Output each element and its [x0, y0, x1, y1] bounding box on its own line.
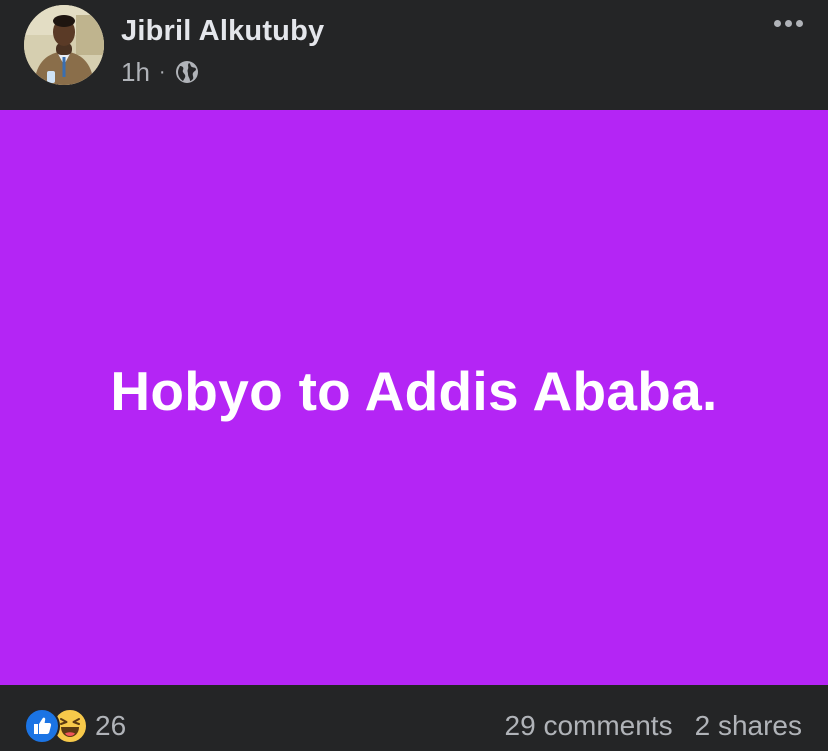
shares-count-link[interactable]: 2 shares — [695, 710, 802, 742]
post-background[interactable]: Hobyo to Addis Ababa. — [0, 110, 828, 685]
avatar-photo — [24, 5, 104, 85]
more-options-icon — [784, 19, 792, 27]
more-options-icon — [773, 19, 781, 27]
like-icon — [24, 708, 60, 744]
author-name[interactable]: Jibril Alkutuby — [121, 15, 324, 48]
post-header: Jibril Alkutuby 1h · — [0, 0, 828, 110]
more-options-icon — [795, 19, 803, 27]
author-avatar[interactable] — [24, 5, 104, 85]
more-options-button[interactable] — [766, 8, 810, 38]
post-meta: 1h · — [121, 57, 199, 87]
globe-icon[interactable] — [175, 60, 199, 84]
reactions-summary[interactable]: 26 — [24, 708, 127, 744]
meta-separator: · — [158, 60, 166, 83]
post-text: Hobyo to Addis Ababa. — [110, 360, 718, 422]
engagement-stats: 29 comments 2 shares — [505, 709, 802, 743]
post-timestamp[interactable]: 1h — [121, 57, 150, 88]
reaction-count: 26 — [95, 710, 127, 741]
comments-count-link[interactable]: 29 comments — [505, 710, 673, 742]
post-footer: 26 29 comments 2 shares — [0, 685, 828, 751]
